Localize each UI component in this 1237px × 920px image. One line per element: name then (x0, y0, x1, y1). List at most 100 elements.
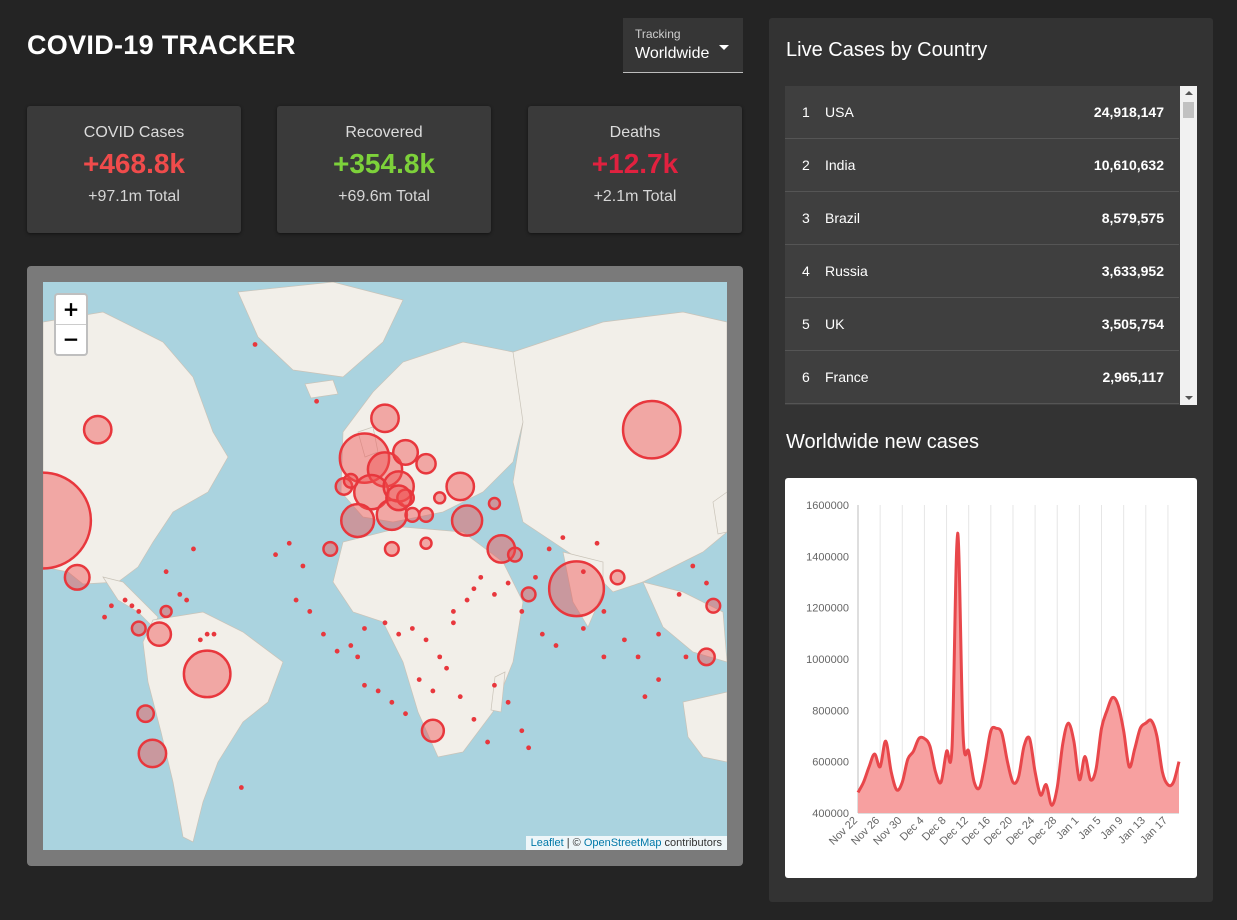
case-dot[interactable] (690, 563, 696, 569)
case-dot[interactable] (355, 654, 361, 660)
case-dot[interactable] (362, 626, 367, 631)
case-circle[interactable] (506, 546, 524, 563)
case-dot[interactable] (191, 546, 196, 552)
world-map[interactable]: + − Leaflet | © OpenStreetMap contributo… (43, 282, 727, 850)
case-dot[interactable] (252, 342, 258, 347)
case-circle[interactable] (420, 718, 446, 743)
case-dot[interactable] (430, 688, 436, 694)
case-circle[interactable] (63, 563, 91, 591)
case-dot[interactable] (129, 603, 135, 609)
case-dot[interactable] (321, 631, 326, 637)
case-circle[interactable] (130, 620, 147, 637)
case-circle[interactable] (137, 738, 168, 769)
case-dot[interactable] (539, 631, 545, 637)
scroll-thumb[interactable] (1183, 102, 1194, 118)
case-circle[interactable] (445, 471, 476, 502)
case-circle[interactable] (705, 597, 722, 614)
case-dot[interactable] (177, 592, 183, 597)
case-dot[interactable] (683, 654, 689, 660)
case-circle[interactable] (417, 506, 435, 523)
case-dot[interactable] (211, 631, 217, 637)
case-dot[interactable] (300, 563, 306, 569)
case-circle[interactable] (182, 649, 232, 699)
table-row[interactable]: 3 Brazil 8,579,575 (785, 192, 1179, 245)
leaflet-link[interactable]: Leaflet (531, 837, 564, 849)
table-row[interactable]: 6 France 2,965,117 (785, 351, 1179, 404)
case-dot[interactable] (478, 574, 484, 580)
case-dot[interactable] (122, 597, 128, 603)
case-dot[interactable] (485, 739, 490, 745)
case-circle[interactable] (391, 438, 420, 466)
case-dot[interactable] (238, 785, 244, 790)
case-dot[interactable] (642, 694, 648, 700)
case-dot[interactable] (293, 597, 299, 603)
case-dot[interactable] (656, 677, 661, 682)
case-circle[interactable] (370, 403, 400, 434)
case-dot[interactable] (348, 643, 354, 648)
case-circle[interactable] (697, 647, 716, 667)
case-dot[interactable] (464, 597, 470, 603)
deaths-card[interactable]: Deaths +12.7k +2.1m Total (528, 106, 742, 233)
case-dot[interactable] (451, 609, 456, 614)
case-dot[interactable] (471, 716, 477, 722)
case-dot[interactable] (362, 682, 367, 688)
case-dot[interactable] (533, 574, 538, 580)
case-dot[interactable] (396, 631, 402, 637)
case-dot[interactable] (307, 609, 313, 614)
case-dot[interactable] (704, 580, 709, 586)
case-dot[interactable] (416, 677, 422, 682)
case-dot[interactable] (457, 694, 463, 700)
case-dot[interactable] (314, 398, 319, 404)
case-dot[interactable] (580, 626, 586, 631)
case-circle[interactable] (432, 491, 447, 505)
cases-card[interactable]: COVID Cases +468.8k +97.1m Total (27, 106, 241, 233)
case-dot[interactable] (409, 626, 415, 631)
scroll-up-icon[interactable] (1185, 91, 1193, 95)
case-dot[interactable] (273, 552, 278, 558)
case-dot[interactable] (580, 569, 586, 575)
case-circle[interactable] (383, 540, 400, 558)
case-dot[interactable] (163, 569, 169, 575)
zoom-out-button[interactable]: − (56, 325, 86, 354)
case-dot[interactable] (676, 592, 682, 597)
case-circle[interactable] (547, 560, 606, 618)
zoom-in-button[interactable]: + (56, 295, 86, 325)
table-row[interactable]: 5 UK 3,505,754 (785, 298, 1179, 351)
case-dot[interactable] (204, 631, 210, 637)
case-dot[interactable] (492, 592, 497, 597)
table-scrollbar[interactable] (1180, 86, 1197, 405)
case-dot[interactable] (601, 609, 607, 614)
case-dot[interactable] (184, 597, 190, 603)
case-circle[interactable] (385, 484, 413, 512)
case-circle[interactable] (609, 569, 626, 586)
case-dot[interactable] (526, 745, 532, 751)
case-dot[interactable] (622, 637, 627, 643)
case-dot[interactable] (102, 614, 107, 620)
case-circle[interactable] (415, 452, 437, 475)
case-circle[interactable] (322, 540, 339, 558)
case-dot[interactable] (560, 535, 566, 540)
tracking-select[interactable]: Tracking Worldwide (623, 18, 743, 73)
case-dot[interactable] (656, 631, 661, 637)
case-circle[interactable] (146, 621, 173, 648)
case-dot[interactable] (437, 654, 443, 660)
case-circle[interactable] (339, 502, 376, 539)
case-dot[interactable] (601, 654, 607, 660)
case-dot[interactable] (553, 643, 559, 648)
case-circle[interactable] (82, 414, 113, 445)
case-dot[interactable] (635, 654, 641, 660)
case-dot[interactable] (389, 699, 395, 705)
table-row[interactable]: 4 Russia 3,633,952 (785, 245, 1179, 298)
case-dot[interactable] (382, 620, 388, 626)
case-dot[interactable] (505, 580, 511, 586)
case-circle[interactable] (487, 496, 502, 511)
case-dot[interactable] (519, 609, 525, 614)
case-dot[interactable] (444, 665, 449, 671)
recovered-card[interactable]: Recovered +354.8k +69.6m Total (277, 106, 491, 233)
case-circle[interactable] (404, 506, 421, 523)
case-circle[interactable] (621, 399, 682, 460)
case-dot[interactable] (594, 540, 600, 546)
case-circle[interactable] (450, 504, 484, 537)
case-dot[interactable] (403, 711, 408, 717)
case-dot[interactable] (375, 688, 381, 694)
